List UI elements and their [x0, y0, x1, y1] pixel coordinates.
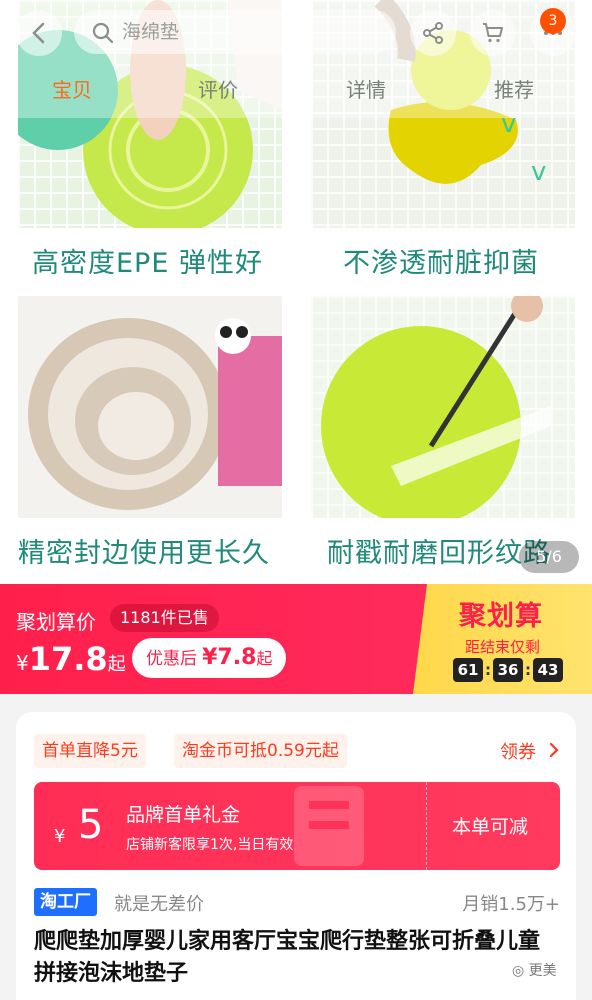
cart-count-badge: 3 — [540, 8, 566, 34]
get-coupon-button[interactable]: 领券 — [500, 738, 559, 764]
product-title: 爬爬垫加厚婴儿家用客厅宝宝爬行垫整张可折叠儿童拼接泡沫地垫子 — [34, 929, 541, 986]
tab-details[interactable]: 详情 — [346, 74, 386, 103]
gift-decoration-icon — [294, 786, 364, 866]
discount-suffix: 起 — [256, 649, 273, 668]
share-icon — [423, 22, 443, 44]
sold-count-badge: 1181件已售 — [110, 604, 219, 632]
top-navigation: 3 宝贝 评价 详情 推荐 — [0, 0, 592, 118]
tab-item[interactable]: 宝贝 — [52, 74, 92, 103]
promo-chip-coins[interactable]: 淘金币可抵0.59元起 — [174, 734, 347, 768]
discount-label: 优惠后 — [146, 649, 197, 669]
back-button[interactable] — [16, 10, 62, 56]
price-suffix: 起 — [107, 654, 126, 675]
cart-button[interactable] — [470, 10, 516, 56]
deal-price-label: 聚划算价 — [16, 610, 96, 634]
gift-subtitle: 店铺新客限享1次,当日有效 — [126, 837, 294, 853]
search-bar[interactable] — [74, 10, 396, 54]
search-input[interactable] — [122, 18, 372, 46]
apply-gift-button[interactable]: 本单可减 — [452, 812, 528, 839]
countdown-seconds: 43 — [533, 658, 563, 682]
gift-currency: ¥ — [54, 826, 66, 847]
get-coupon-label: 领券 — [500, 742, 536, 763]
gallery-caption: 耐戳耐磨回形纹路 — [327, 538, 551, 569]
countdown-minutes: 36 — [493, 658, 523, 682]
brand-gift-coupon[interactable]: ¥ 5 品牌首单礼金 店铺新客限享1次,当日有效 本单可减 — [34, 782, 560, 870]
section-tabs: 宝贝 评价 详情 推荐 — [0, 70, 592, 110]
tab-reviews[interactable]: 评价 — [198, 74, 238, 103]
brand-row: 淘工厂 就是无差价 月销1.5万+ — [34, 888, 560, 916]
brand-slogan: 就是无差价 — [114, 894, 204, 915]
search-icon — [92, 22, 114, 44]
watermark: ◎ 更美 — [512, 960, 557, 980]
price-value: 17.8 — [28, 640, 108, 678]
price-banner: 聚划算价 1181件已售 ¥17.8起 优惠后 ¥7.8起 聚划算 距结束仅剩 … — [0, 584, 592, 694]
gift-amount: 5 — [78, 802, 104, 848]
juhuasuan-panel[interactable]: 聚划算 距结束仅剩 61:36:43 — [413, 584, 592, 694]
currency-symbol: ¥ — [16, 651, 29, 675]
tab-recommend[interactable]: 推荐 — [494, 74, 534, 103]
countdown-label: 距结束仅剩 — [465, 638, 541, 656]
countdown-hours: 61 — [453, 658, 483, 682]
gallery-caption: 不渗透耐脏抑菌 — [343, 248, 539, 279]
brand-badge[interactable]: 淘工厂 — [34, 888, 97, 916]
product-detail-page: v v 高密度EPE 弹性好 不渗透耐脏抑菌 精密封边使用更长久 耐戳耐磨回形纹… — [0, 0, 592, 1000]
product-info-card: 首单直降5元 淘金币可抵0.59元起 领券 ¥ 5 品牌首单礼金 店铺新客限享1… — [16, 712, 576, 1000]
gallery-caption: 精密封边使用更长久 — [18, 538, 270, 569]
gallery-image-edging — [18, 296, 282, 518]
promo-chip-first-order[interactable]: 首单直降5元 — [34, 734, 146, 768]
gallery-caption: 高密度EPE 弹性好 — [32, 248, 263, 279]
current-price: ¥17.8起 — [16, 640, 126, 678]
discount-price: ¥7.8 — [202, 645, 257, 670]
juhuasuan-logo: 聚划算 — [459, 601, 543, 632]
gift-title: 品牌首单礼金 — [126, 804, 241, 826]
countdown-timer: 61:36:43 — [453, 658, 563, 684]
cart-icon — [483, 23, 503, 43]
gallery-image-scratch — [311, 296, 575, 518]
share-button[interactable] — [410, 10, 456, 56]
gift-divider — [426, 782, 427, 870]
watermark-text: 更美 — [528, 963, 557, 979]
discounted-price-pill[interactable]: 优惠后 ¥7.8起 — [132, 638, 287, 678]
chevron-left-icon — [32, 22, 45, 44]
svg-text:v: v — [531, 157, 546, 187]
chevron-right-icon — [549, 742, 559, 758]
monthly-sales: 月销1.5万+ — [462, 894, 560, 915]
image-pager-indicator: 5/6 — [519, 541, 579, 573]
wechat-icon: ◎ — [512, 963, 529, 979]
